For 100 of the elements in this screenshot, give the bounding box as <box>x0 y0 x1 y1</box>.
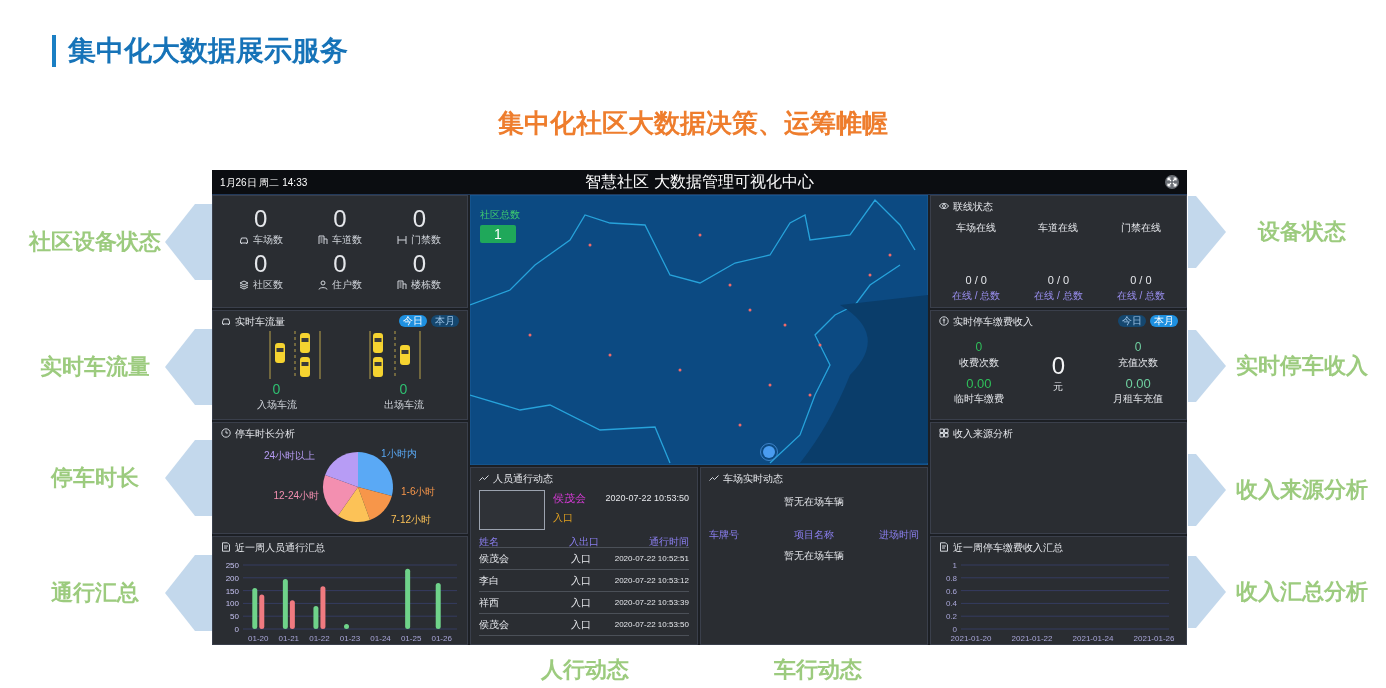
callout-arrow <box>1188 330 1226 402</box>
coin-icon <box>939 316 949 326</box>
count-value: 0 <box>412 206 426 232</box>
callout-label: 设备状态 <box>1256 218 1347 246</box>
panel-title: 联线状态 <box>953 199 993 214</box>
building-icon <box>318 234 328 245</box>
slice-label: 1小时内 <box>381 448 417 459</box>
chart-bar <box>435 582 441 629</box>
flow-label: 出场车流 <box>383 398 424 412</box>
count-value: 0 <box>254 206 268 232</box>
status-label: 车场在线 <box>956 221 997 235</box>
count-value: 0 <box>333 206 347 232</box>
total-unit: 元 <box>1053 379 1064 394</box>
status-caption: 在线 / 总数 <box>952 289 1001 303</box>
axis-tick-label: 01-20 <box>248 634 269 643</box>
column-header: 通行时间 <box>648 535 689 549</box>
period-tab[interactable]: 今日 <box>1118 315 1146 327</box>
table-cell: 2020-07-22 10:53:39 <box>614 596 689 609</box>
axis-tick-label: 200 <box>225 573 239 583</box>
table-cell-text: 李白 <box>479 574 500 588</box>
axis-tick-label: 01-26 <box>431 634 452 643</box>
empty-message: 暂无在场车辆 <box>783 549 845 563</box>
axis-tick-label: 250 <box>225 561 239 570</box>
table-cell-text: 入口 <box>569 574 592 588</box>
callout-arrow <box>1188 556 1226 628</box>
axis-tick-label: 0 <box>952 625 957 634</box>
expand-icon <box>1165 175 1179 189</box>
callout-label: 车行动态 <box>773 656 863 684</box>
stat-value: 0.00 <box>1125 376 1151 391</box>
axis-tick-label: 01-21 <box>278 634 300 643</box>
count-label: 楼栋数 <box>411 278 442 292</box>
table-cell: 2020-07-22 10:53:50 <box>614 618 689 631</box>
callout-label: 收入来源分析 <box>1235 476 1369 504</box>
slice-label: 12-24小时 <box>273 490 319 501</box>
trend-line-icon <box>479 473 489 483</box>
axis-tick-label: 01-22 <box>309 634 330 643</box>
panel-title: 近一周人员通行汇总 <box>235 540 325 555</box>
period-tab[interactable]: 本月 <box>431 315 459 327</box>
axis-tick-label: 0.8 <box>945 573 957 583</box>
chart-bar <box>405 568 411 629</box>
person-name: 侯茂会 <box>553 491 586 506</box>
stat-value: 0 <box>1134 340 1142 355</box>
date-time: 1月26日 周二 14:33 <box>220 175 309 190</box>
period-tab[interactable]: 本月 <box>1150 315 1178 327</box>
count-label: 住户数 <box>332 278 362 292</box>
column-header: 车牌号 <box>709 528 740 542</box>
count-label: 车场数 <box>252 233 283 247</box>
count-label: 社区数 <box>252 278 283 292</box>
callout-label: 通行汇总 <box>50 579 140 607</box>
accent-bar <box>52 35 56 67</box>
axis-tick-label: 2021-01-20 <box>950 634 992 643</box>
empty-message: 暂无在场车辆 <box>783 495 845 509</box>
count-value: 0 <box>412 251 426 277</box>
status-label: 车道在线 <box>1038 221 1079 235</box>
table-cell: 2020-07-22 10:53:12 <box>614 574 689 587</box>
panel-title: 人员通行动态 <box>493 471 553 486</box>
pass-time: 2020-07-22 10:53:50 <box>605 491 689 505</box>
status-caption: 在线 / 总数 <box>1116 289 1165 303</box>
count-value: 0 <box>333 251 347 277</box>
chart-bar <box>344 623 349 629</box>
panel-title: 收入来源分析 <box>953 426 1013 441</box>
count-value: 0 <box>254 251 268 277</box>
grid-icon <box>939 428 949 438</box>
axis-tick-label: 2021-01-24 <box>1072 634 1114 643</box>
callout-label: 人行动态 <box>540 656 630 684</box>
panel-title: 车场实时动态 <box>723 471 783 486</box>
column-header: 项目名称 <box>793 528 835 542</box>
stat-value: 0 <box>975 340 983 355</box>
trend-line-icon <box>709 473 719 483</box>
callout-arrow <box>1188 196 1226 268</box>
dashboard-title: 智慧社区 大数据管理可视化中心 <box>585 172 814 192</box>
stat-label: 充值次数 <box>1118 356 1159 370</box>
axis-tick-label: 1 <box>952 561 957 570</box>
table-cell-text: 侯茂会 <box>479 552 510 566</box>
column-header: 入出口 <box>568 535 600 549</box>
slide-subtitle: 集中化社区大数据决策、运筹帷幄 <box>498 107 888 139</box>
layers-icon <box>238 279 249 290</box>
period-tab[interactable]: 今日 <box>399 315 427 327</box>
panel-title: 近一周停车缴费收入汇总 <box>953 540 1063 555</box>
panel-title: 实时停车缴费收入 <box>953 314 1033 329</box>
eye-icon <box>939 201 949 211</box>
car-icon <box>221 316 231 326</box>
table-cell-text: 入口 <box>569 552 592 566</box>
axis-tick-label: 100 <box>225 599 239 609</box>
flow-value: 0 <box>399 381 408 397</box>
axis-tick-label: 50 <box>230 612 239 622</box>
callout-arrow <box>1188 454 1226 526</box>
person-icon <box>318 279 328 290</box>
table-cell-text: 祥西 <box>479 596 500 610</box>
slide-title: 集中化大数据展示服务 <box>68 34 348 68</box>
gate-label: 入口 <box>553 510 574 525</box>
slice-label: 24小时以上 <box>263 450 315 461</box>
flow-value: 0 <box>272 381 281 397</box>
table-cell: 2020-07-22 10:52:51 <box>614 552 689 565</box>
count-label: 车道数 <box>332 233 362 247</box>
building-icon <box>397 279 408 290</box>
axis-tick-label: 2021-01-26 <box>1133 634 1175 643</box>
map-stat-value: 1 <box>480 225 516 243</box>
axis-tick-label: 0.4 <box>945 599 957 609</box>
axis-tick-label: 01-23 <box>339 634 361 643</box>
